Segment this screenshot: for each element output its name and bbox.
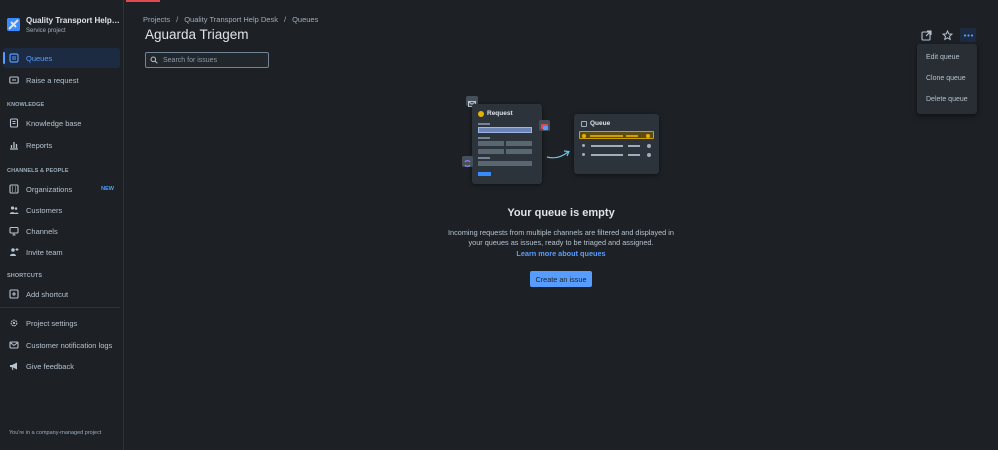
- sidebar-divider: [0, 307, 120, 308]
- card-line: [478, 157, 490, 159]
- sidebar-item-label: Queues: [26, 53, 53, 63]
- project-avatar: [7, 18, 20, 31]
- person-add-icon: [8, 247, 19, 258]
- add-icon: [8, 289, 19, 300]
- card-field: [478, 149, 504, 154]
- section-heading-shortcuts: SHORTCUTS: [7, 273, 43, 279]
- card-field: [506, 149, 532, 154]
- monitor-icon: [8, 226, 19, 237]
- breadcrumb-project[interactable]: Quality Transport Help Desk: [184, 15, 278, 24]
- card-field: [478, 141, 504, 146]
- open-external-button[interactable]: [919, 28, 933, 42]
- page-title: Aguarda Triagem: [145, 27, 249, 42]
- card-submit: [478, 172, 491, 176]
- sidebar-item-raise-request[interactable]: Raise a request: [3, 70, 120, 90]
- sidebar-item-label: Project settings: [26, 318, 78, 328]
- project-type: Service project: [26, 28, 66, 34]
- sidebar: Quality Transport Help D... Service proj…: [0, 0, 124, 450]
- card-line: [478, 137, 490, 139]
- card-line: [478, 123, 490, 125]
- sidebar-item-reports[interactable]: Reports: [3, 135, 120, 155]
- sidebar-item-label: Add shortcut: [26, 289, 69, 299]
- create-issue-button[interactable]: Create an issue: [530, 271, 592, 287]
- sidebar-item-label: Customer notification logs: [26, 340, 113, 350]
- sidebar-item-give-feedback[interactable]: Give feedback: [3, 356, 120, 376]
- sidebar-item-channels[interactable]: Channels: [3, 221, 120, 241]
- search-icon: [150, 56, 158, 64]
- empty-state-title: Your queue is empty: [507, 207, 615, 219]
- menu-item-edit-queue[interactable]: Edit queue: [926, 54, 959, 61]
- sidebar-item-queues[interactable]: Queues: [3, 48, 120, 68]
- queue-row: [579, 152, 654, 158]
- menu-item-delete-queue[interactable]: Delete queue: [926, 96, 968, 103]
- card-field: [478, 161, 532, 166]
- building-icon: [8, 184, 19, 195]
- search-input[interactable]: Search for issues: [145, 52, 269, 68]
- sidebar-item-label: Customers: [26, 205, 63, 215]
- search-placeholder: Search for issues: [163, 56, 218, 64]
- empty-queue-illustration: Request Queue: [460, 94, 670, 188]
- sidebar-item-label: Channels: [26, 226, 58, 236]
- request-status-dot: [478, 111, 484, 117]
- more-icon: [963, 33, 973, 37]
- sidebar-item-customers[interactable]: Customers: [3, 200, 120, 220]
- sidebar-item-project-settings[interactable]: Project settings: [3, 313, 120, 333]
- raise-request-icon: [8, 75, 19, 86]
- sidebar-item-knowledge-base[interactable]: Knowledge base: [3, 113, 120, 133]
- card-field: [506, 141, 532, 146]
- new-badge: NEW: [101, 186, 114, 192]
- chart-icon: [8, 140, 19, 151]
- request-card: Request: [472, 104, 542, 184]
- sidebar-item-invite-team[interactable]: Invite team: [3, 242, 120, 262]
- project-header[interactable]: Quality Transport Help D... Service proj…: [7, 14, 122, 40]
- sidebar-item-label: Give feedback: [26, 361, 74, 371]
- request-input-bar: [478, 127, 532, 133]
- breadcrumb: Projects / Quality Transport Help Desk /…: [143, 15, 318, 24]
- sidebar-item-notification-logs[interactable]: Customer notification logs: [3, 335, 120, 355]
- breadcrumb-separator: /: [176, 15, 179, 24]
- people-icon: [8, 205, 19, 216]
- breadcrumb-queues[interactable]: Queues: [292, 15, 318, 24]
- menu-item-clone-queue[interactable]: Clone queue: [926, 75, 966, 82]
- external-link-icon: [920, 29, 932, 41]
- sidebar-item-label: Organizations: [26, 184, 73, 194]
- company-managed-note: You're in a company-managed project: [9, 430, 102, 436]
- sidebar-item-label: Reports: [26, 140, 53, 150]
- mail-icon: [8, 340, 19, 351]
- queue-card: Queue: [574, 114, 659, 174]
- section-heading-knowledge: KNOWLEDGE: [7, 102, 45, 108]
- project-name: Quality Transport Help D...: [26, 16, 122, 25]
- queue-actions-menu: Edit queue Clone queue Delete queue: [917, 44, 977, 114]
- widget-icon: [462, 156, 473, 167]
- queues-icon: [8, 53, 19, 64]
- sidebar-item-add-shortcut[interactable]: Add shortcut: [3, 284, 120, 304]
- empty-state-description: Incoming requests from multiple channels…: [448, 228, 674, 248]
- breadcrumb-projects[interactable]: Projects: [143, 15, 170, 24]
- learn-more-link[interactable]: Learn more about queues: [448, 249, 674, 258]
- chat-icon: [539, 120, 550, 131]
- section-heading-channels: CHANNELS & PEOPLE: [7, 168, 69, 174]
- star-icon: [941, 29, 953, 40]
- megaphone-icon: [8, 361, 19, 372]
- sidebar-item-label: Raise a request: [26, 75, 79, 85]
- gear-icon: [8, 318, 19, 329]
- queue-card-icon: [581, 121, 587, 127]
- top-accent-bar: [126, 0, 160, 2]
- sidebar-item-label: Invite team: [26, 247, 63, 257]
- queue-card-label: Queue: [590, 120, 611, 127]
- star-button[interactable]: [940, 28, 954, 42]
- more-actions-button[interactable]: [960, 28, 976, 42]
- book-icon: [8, 118, 19, 129]
- request-card-label: Request: [487, 110, 513, 117]
- sidebar-item-organizations[interactable]: Organizations NEW: [3, 179, 120, 199]
- queue-row-highlight: [579, 131, 654, 139]
- queue-row: [579, 143, 654, 149]
- sidebar-item-label: Knowledge base: [26, 118, 82, 128]
- breadcrumb-separator: /: [283, 15, 287, 24]
- flow-arrow-icon: [546, 150, 570, 159]
